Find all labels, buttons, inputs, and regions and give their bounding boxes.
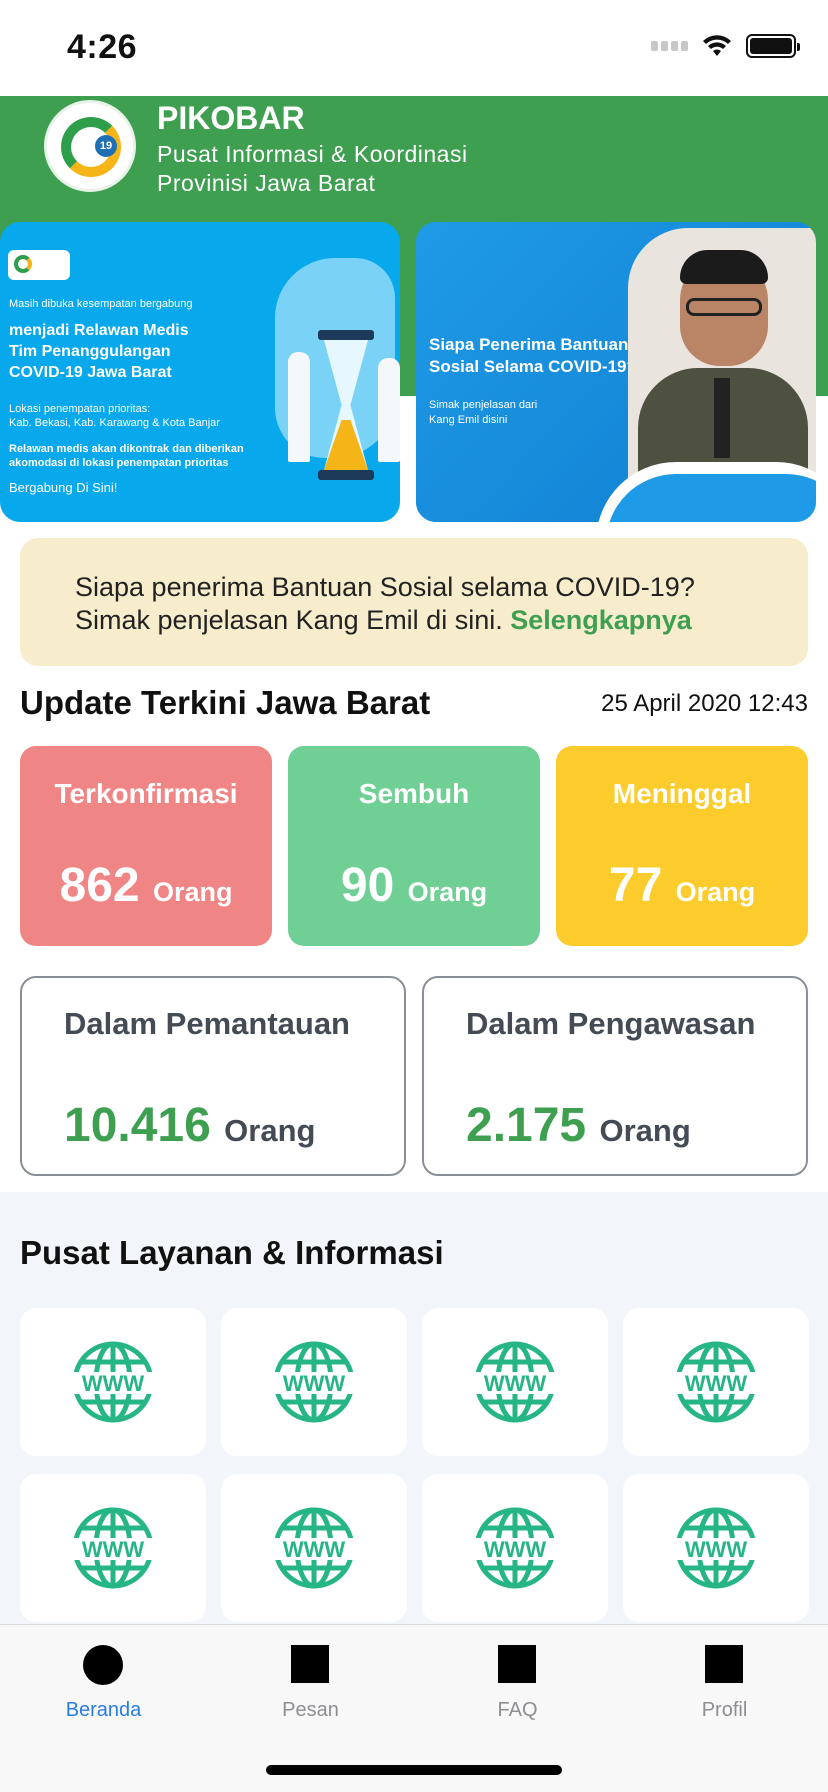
stat-value: 90 Orang: [340, 859, 488, 912]
service-tile[interactable]: WWW: [20, 1474, 206, 1622]
service-tile[interactable]: WWW: [623, 1308, 809, 1456]
banner-bantuan-sosial[interactable]: Siapa Penerima Bantuan Sosial Selama COV…: [416, 222, 816, 522]
tab-label: Profil: [701, 1699, 748, 1721]
svg-text:WWW: WWW: [484, 1537, 547, 1562]
update-title: Update Terkini Jawa Barat: [20, 684, 431, 721]
stat-value: 10.416 Orang: [64, 1099, 316, 1152]
stat-sembuh[interactable]: Sembuh 90 Orang: [288, 746, 540, 946]
service-tile[interactable]: WWW: [422, 1474, 608, 1622]
status-bar: 4:26: [0, 0, 828, 96]
tab-label: Pesan: [282, 1699, 339, 1721]
announcement-line1: Siapa penerima Bantuan Sosial selama COV…: [75, 572, 695, 602]
selengkapnya-link[interactable]: Selengkapnya: [510, 605, 692, 635]
stat-value: 862 Orang: [59, 859, 233, 912]
medical-volunteer-illustration: [260, 252, 400, 480]
banner-headline: menjadi Relawan Medis Tim Penanggulangan…: [9, 322, 189, 381]
service-tile[interactable]: WWW: [422, 1308, 608, 1456]
home-indicator[interactable]: [266, 1765, 562, 1775]
stat-label: Dalam Pemantauan: [64, 1006, 350, 1041]
banner-note: Relawan medis akan dikontrak dan diberik…: [9, 443, 244, 469]
profile-icon: [705, 1645, 743, 1683]
www-globe-icon: WWW: [674, 1341, 758, 1423]
update-date: 25 April 2020 12:43: [601, 690, 808, 717]
banner-location: Lokasi penempatan prioritas: Kab. Bekasi…: [9, 403, 220, 429]
message-icon: [291, 1645, 329, 1683]
stat-meninggal[interactable]: Meninggal 77 Orang: [556, 746, 808, 946]
stat-dalam-pemantauan[interactable]: Dalam Pemantauan 10.416 Orang: [20, 976, 406, 1176]
www-globe-icon: WWW: [473, 1341, 557, 1423]
hourglass-icon: [318, 330, 374, 480]
svg-text:WWW: WWW: [685, 1371, 748, 1396]
svg-text:WWW: WWW: [283, 1371, 346, 1396]
app-title: PIKOBAR: [157, 100, 305, 136]
stat-dalam-pengawasan[interactable]: Dalam Pengawasan 2.175 Orang: [422, 976, 808, 1176]
svg-text:WWW: WWW: [685, 1537, 748, 1562]
pikobar-small-logo: [8, 250, 70, 280]
svg-text:WWW: WWW: [484, 1371, 547, 1396]
tab-profil[interactable]: Profil: [621, 1625, 828, 1745]
faq-icon: [498, 1645, 536, 1683]
www-globe-icon: WWW: [71, 1507, 155, 1589]
app-subtitle-line2: Provinisi Jawa Barat: [157, 170, 376, 196]
stat-label: Dalam Pengawasan: [466, 1006, 756, 1041]
tab-beranda[interactable]: Beranda: [0, 1625, 207, 1745]
banner-small-text: Masih dibuka kesempatan bergabung: [9, 298, 193, 310]
svg-text:WWW: WWW: [283, 1537, 346, 1562]
status-time: 4:26: [67, 28, 138, 66]
svg-text:WWW: WWW: [82, 1371, 145, 1396]
governor-photo: [628, 228, 816, 490]
home-icon: [83, 1645, 123, 1685]
banner-subtitle: Simak penjelasan dari Kang Emil disini: [429, 399, 538, 426]
battery-icon: [746, 34, 800, 58]
tab-faq[interactable]: FAQ: [414, 1625, 621, 1745]
app-subtitle-line1: Pusat Informasi & Koordinasi: [157, 141, 468, 167]
service-tile[interactable]: WWW: [623, 1474, 809, 1622]
stat-terkonfirmasi[interactable]: Terkonfirmasi 862 Orang: [20, 746, 272, 946]
banner-headline: Siapa Penerima Bantuan Sosial Selama COV…: [429, 335, 637, 376]
stat-value: 77 Orang: [608, 859, 756, 912]
banner-cta: Bergabung Di Sini!: [9, 480, 118, 495]
stat-label: Sembuh: [358, 778, 470, 809]
stat-label: Terkonfirmasi: [54, 778, 238, 809]
announcement-line2: Simak penjelasan Kang Emil di sini. Sele…: [75, 605, 692, 636]
service-tile[interactable]: WWW: [221, 1308, 407, 1456]
cellular-signal-icon: [651, 41, 688, 51]
banner-relawan-medis[interactable]: Masih dibuka kesempatan bergabung menjad…: [0, 222, 400, 522]
www-globe-icon: WWW: [473, 1507, 557, 1589]
www-globe-icon: WWW: [674, 1507, 758, 1589]
tab-label: Beranda: [65, 1699, 142, 1721]
www-globe-icon: WWW: [272, 1507, 356, 1589]
stat-value: 2.175 Orang: [466, 1099, 691, 1152]
services-title: Pusat Layanan & Informasi: [20, 1234, 444, 1271]
www-globe-icon: WWW: [71, 1341, 155, 1423]
pikobar-logo: 19: [44, 100, 136, 192]
service-tile[interactable]: WWW: [221, 1474, 407, 1622]
announcement-card[interactable]: Siapa penerima Bantuan Sosial selama COV…: [20, 538, 808, 666]
status-icons: [651, 34, 800, 58]
www-globe-icon: WWW: [272, 1341, 356, 1423]
service-tile[interactable]: WWW: [20, 1308, 206, 1456]
announcement-text: Simak penjelasan Kang Emil di sini.: [75, 605, 503, 635]
tab-label: FAQ: [497, 1699, 538, 1721]
tab-pesan[interactable]: Pesan: [207, 1625, 414, 1745]
wifi-icon: [703, 35, 731, 56]
stat-label: Meninggal: [612, 778, 752, 809]
svg-text:WWW: WWW: [82, 1537, 145, 1562]
